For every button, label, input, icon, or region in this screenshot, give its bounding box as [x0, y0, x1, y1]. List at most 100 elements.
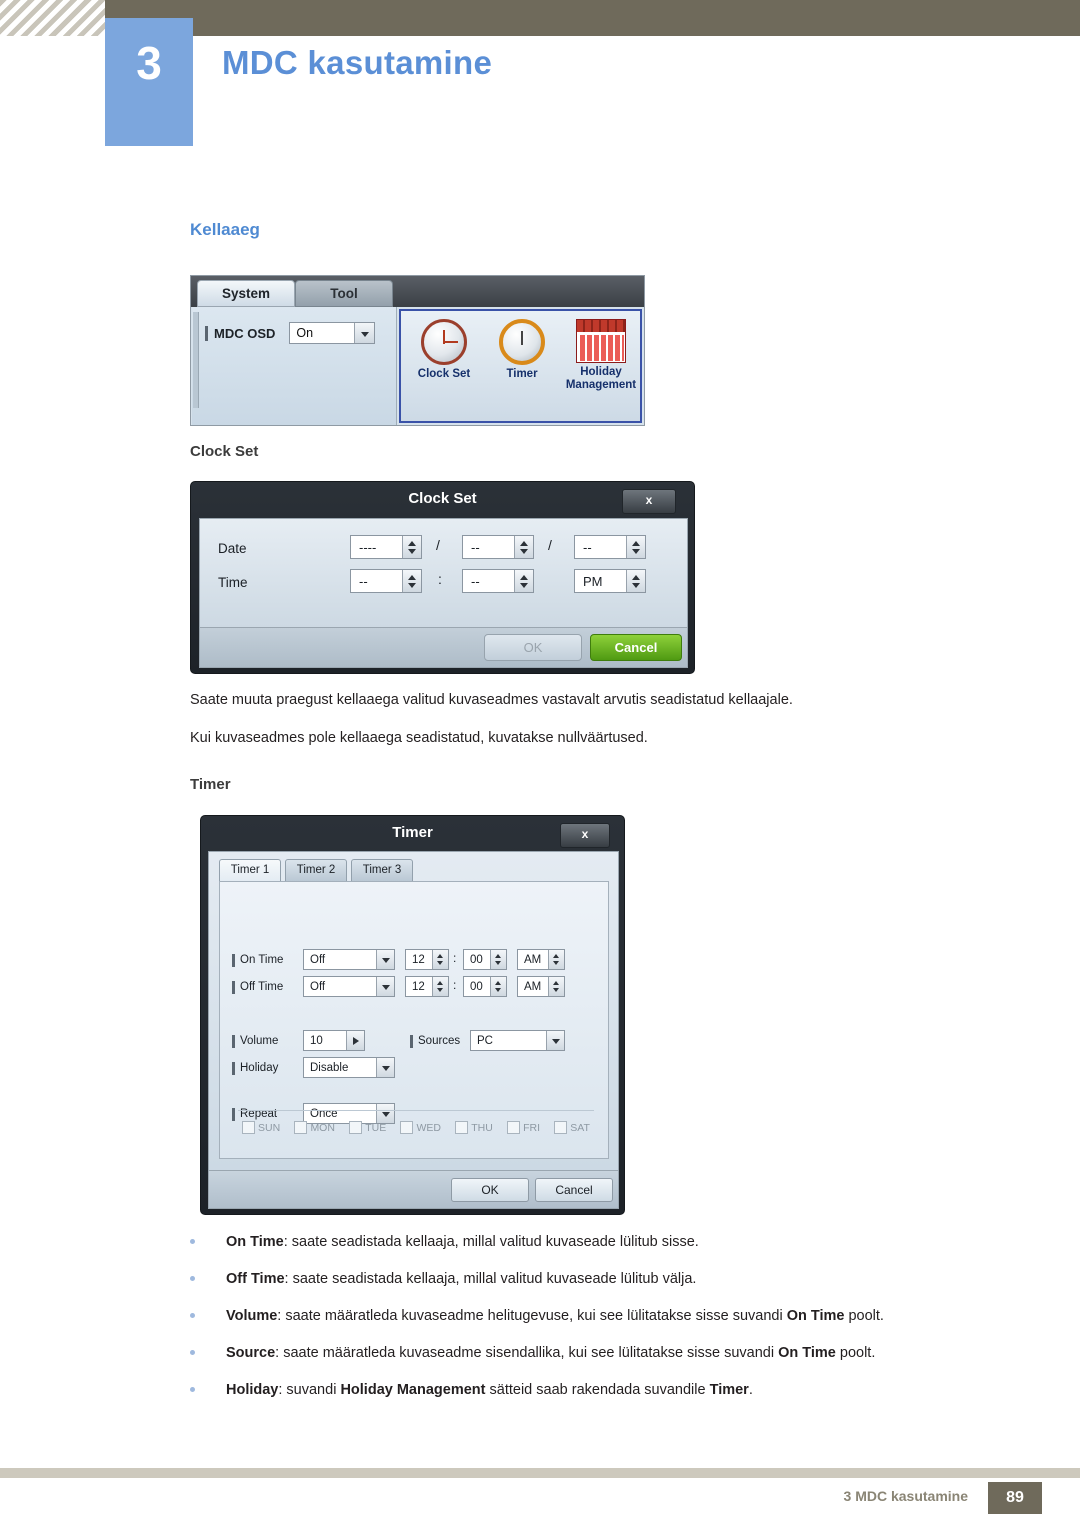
date-day-stepper[interactable]: --	[574, 535, 646, 559]
stepper-arrows-icon[interactable]	[402, 536, 421, 558]
clock-set-label-line2: Set	[452, 368, 471, 380]
list-item: On Time: saate seadistada kellaaja, mill…	[190, 1232, 990, 1253]
checkbox-thu[interactable]: THU	[455, 1121, 493, 1134]
tab-system[interactable]: System	[197, 280, 295, 307]
sources-value: PC	[477, 1034, 493, 1047]
timer-label: Timer	[506, 368, 538, 380]
date-separator-1: /	[436, 537, 440, 553]
chapter-title: MDC kasutamine	[222, 44, 493, 81]
checkbox-box[interactable]	[507, 1121, 521, 1134]
timer-ok-button[interactable]: OK	[451, 1178, 529, 1202]
stepper-arrows-icon[interactable]	[514, 536, 533, 558]
timer-dialog-footer: OK Cancel	[208, 1171, 619, 1209]
stepper-arrows-icon[interactable]	[490, 950, 506, 969]
checkbox-tue[interactable]: TUE	[349, 1121, 386, 1134]
off-time-mode-select[interactable]: Off	[303, 976, 395, 997]
off-time-minute-stepper[interactable]: 00	[463, 976, 507, 997]
stepper-arrows-icon[interactable]	[626, 536, 645, 558]
mdc-osd-select[interactable]: On	[289, 322, 376, 344]
stepper-arrows-icon[interactable]	[432, 950, 448, 969]
time-hour-stepper[interactable]: --	[350, 569, 422, 593]
off-time-meridiem-value: AM	[524, 980, 542, 993]
clock-set-dialog-footer: OK Cancel	[199, 628, 688, 668]
volume-input[interactable]: 10	[303, 1030, 365, 1051]
clock-set-cancel-button[interactable]: Cancel	[590, 634, 682, 661]
off-time-hour-stepper[interactable]: 12	[405, 976, 449, 997]
sources-select[interactable]: PC	[470, 1030, 565, 1051]
clock-set-icon-button[interactable]: Clock Set	[405, 319, 483, 381]
date-month-stepper[interactable]: --	[462, 535, 534, 559]
stepper-arrows-icon[interactable]	[402, 570, 421, 592]
off-time-meridiem-stepper[interactable]: AM	[517, 976, 565, 997]
off-time-mode-value: Off	[310, 980, 326, 993]
system-icon-group: Clock Set Timer Holiday Management	[399, 309, 642, 423]
timer-icon	[499, 319, 545, 365]
checkbox-box[interactable]	[554, 1121, 568, 1134]
calendar-icon	[576, 319, 626, 363]
bullet-list: On Time: saate seadistada kellaaja, mill…	[190, 1232, 990, 1417]
checkbox-box[interactable]	[294, 1121, 308, 1134]
checkbox-sat-label: SAT	[570, 1121, 590, 1134]
on-time-meridiem-value: AM	[524, 953, 542, 966]
date-year-stepper[interactable]: ----	[350, 535, 422, 559]
clock-set-ok-button[interactable]: OK	[484, 634, 582, 661]
tab-timer-2[interactable]: Timer 2	[285, 859, 347, 882]
holiday-label-line1: Holiday	[580, 366, 622, 378]
checkbox-box[interactable]	[242, 1121, 255, 1134]
stepper-arrows-icon[interactable]	[548, 977, 564, 996]
time-minute-stepper[interactable]: --	[462, 569, 534, 593]
timer-cancel-button[interactable]: Cancel	[535, 1178, 613, 1202]
weekday-checkbox-row: SUN MON TUE WED THU FRI SAT	[238, 1110, 594, 1144]
checkbox-wed[interactable]: WED	[400, 1121, 441, 1134]
off-time-separator: :	[453, 978, 457, 992]
play-arrow-icon[interactable]	[346, 1031, 364, 1050]
clock-set-dialog-screenshot: Clock Set x Date Time ---- / -- / -- -- …	[190, 481, 695, 674]
sources-label: Sources	[410, 1035, 460, 1048]
time-label: Time	[218, 575, 248, 590]
list-item: Holiday: suvandi Holiday Management sätt…	[190, 1380, 990, 1401]
tab-tool[interactable]: Tool	[295, 280, 393, 307]
volume-value: 10	[310, 1034, 323, 1047]
holiday-management-icon-button[interactable]: Holiday Management	[559, 319, 643, 392]
list-item-text: Off Time: saate seadistada kellaaja, mil…	[226, 1271, 697, 1288]
holiday-select[interactable]: Disable	[303, 1057, 395, 1078]
tab-timer-3[interactable]: Timer 3	[351, 859, 413, 882]
checkbox-sat[interactable]: SAT	[554, 1121, 590, 1134]
timer-icon-button[interactable]: Timer	[483, 319, 561, 381]
stepper-arrows-icon[interactable]	[432, 977, 448, 996]
checkbox-mon[interactable]: MON	[294, 1121, 335, 1134]
close-icon[interactable]: x	[622, 489, 676, 514]
time-meridiem-stepper[interactable]: PM	[574, 569, 646, 593]
checkbox-box[interactable]	[400, 1121, 414, 1134]
on-time-minute-stepper[interactable]: 00	[463, 949, 507, 970]
on-time-meridiem-stepper[interactable]: AM	[517, 949, 565, 970]
tab-timer-1[interactable]: Timer 1	[219, 859, 281, 882]
system-tool-panel-screenshot: System Tool MDC OSD On Clock Set Timer H…	[190, 275, 645, 426]
stepper-arrows-icon[interactable]	[490, 977, 506, 996]
date-day-value: --	[583, 539, 592, 555]
checkbox-fri-label: FRI	[523, 1121, 541, 1134]
subtitle-clock-set: Clock Set	[190, 443, 259, 460]
on-time-hour-stepper[interactable]: 12	[405, 949, 449, 970]
checkbox-mon-label: MON	[310, 1121, 335, 1134]
stepper-arrows-icon[interactable]	[626, 570, 645, 592]
stepper-arrows-icon[interactable]	[514, 570, 533, 592]
stepper-arrows-icon[interactable]	[548, 950, 564, 969]
clock-set-label-line1: Clock	[417, 368, 450, 380]
list-item-text: On Time: saate seadistada kellaaja, mill…	[226, 1234, 699, 1250]
close-icon[interactable]: x	[560, 823, 610, 848]
list-item: Off Time: saate seadistada kellaaja, mil…	[190, 1269, 990, 1290]
checkbox-sun-label: SUN	[258, 1121, 281, 1134]
checkbox-box[interactable]	[455, 1121, 469, 1134]
calendar-icon-grid	[580, 335, 624, 361]
checkbox-box[interactable]	[349, 1121, 363, 1134]
on-time-minute-value: 00	[470, 953, 483, 966]
timer-dialog-screenshot: Timer x Timer 1 Timer 2 Timer 3 On Time …	[200, 815, 625, 1215]
checkbox-sun[interactable]: SUN	[242, 1121, 280, 1134]
list-item-text: Volume: saate määratleda kuvaseadme heli…	[226, 1308, 884, 1325]
on-time-label: On Time	[232, 954, 283, 967]
chevron-down-icon	[354, 323, 375, 343]
on-time-mode-select[interactable]: Off	[303, 949, 395, 970]
checkbox-fri[interactable]: FRI	[507, 1121, 540, 1134]
time-separator: :	[438, 571, 442, 587]
